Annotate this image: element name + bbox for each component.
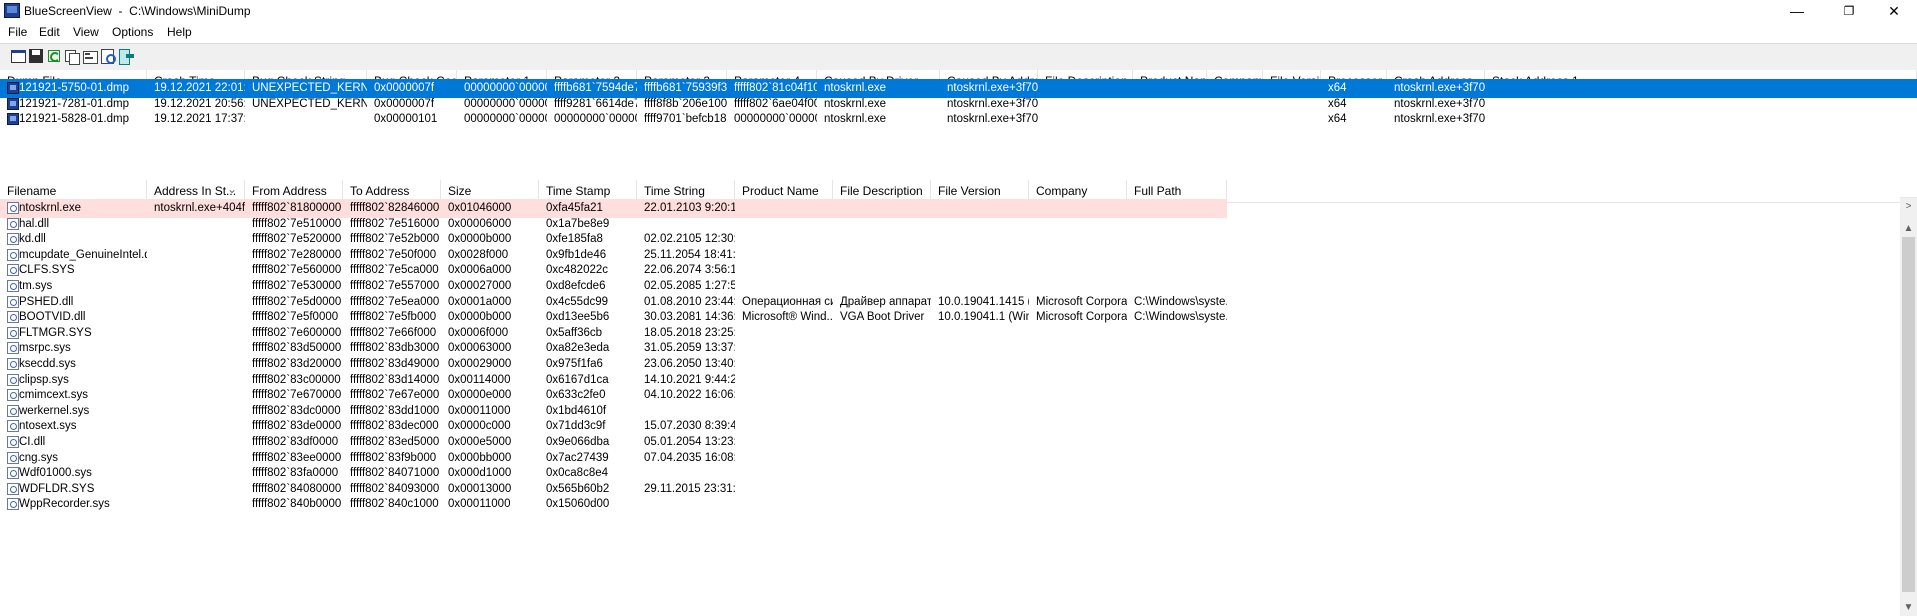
sort-icon: ⌄: [227, 182, 238, 196]
cell: WppRecorder.sys: [19, 498, 110, 511]
app-icon: [4, 3, 20, 18]
title-bar: BlueScreenView - C:\Windows\MiniDump — ❐…: [0, 0, 1917, 22]
cell: [1038, 110, 1133, 129]
window-title: BlueScreenView - C:\Windows\MiniDump: [24, 4, 251, 18]
vertical-scrollbar[interactable]: ▲ ▼: [1900, 220, 1917, 616]
menu-help[interactable]: Help: [167, 25, 192, 39]
menu-view[interactable]: View: [73, 25, 99, 39]
save-icon[interactable]: [28, 48, 44, 64]
cell: fffff802`840c1000: [350, 498, 439, 511]
dump-row[interactable]: 121921-5828-01.dmp 19.12.2021 17:37:49 0x0…: [0, 110, 1917, 129]
cell: 121921-5828-01.dmp: [19, 113, 129, 126]
cell: [1485, 110, 1917, 129]
refresh-icon[interactable]: [46, 48, 62, 64]
menu-file[interactable]: File: [8, 25, 27, 39]
scroll-thumb-vertical[interactable]: [1902, 237, 1915, 592]
exit-icon[interactable]: [118, 48, 134, 65]
cell: [147, 495, 245, 514]
toolbar: [0, 43, 1917, 71]
scroll-down-icon[interactable]: ▼: [1900, 599, 1917, 616]
cell: fffff802`840b0000: [252, 498, 342, 511]
module-list[interactable]: Filename Address In St... ⌄ From Address…: [0, 180, 1900, 616]
minimize-button[interactable]: —: [1774, 0, 1820, 22]
cell: 0x15060d00: [546, 498, 610, 511]
cell: [833, 495, 931, 514]
cell: [1133, 110, 1207, 129]
cell: [1127, 495, 1227, 514]
scroll-right-icon[interactable]: >: [1900, 198, 1917, 215]
cell: x64: [1328, 113, 1347, 126]
module-row[interactable]: WppRecorder.sys fffff802`840b0000 fffff802…: [0, 495, 1900, 514]
menu-bar: File Edit View Options Help: [0, 22, 1917, 42]
cell: [1263, 110, 1321, 129]
cell: 00000000`000000...: [464, 113, 547, 126]
cell: 19.12.2021 17:37:49: [154, 113, 245, 126]
cell: [931, 495, 1029, 514]
copy-icon[interactable]: [64, 48, 80, 65]
maximize-button[interactable]: ❐: [1826, 0, 1872, 22]
cell: [245, 110, 367, 129]
dump-list[interactable]: Dump File Crash Time ⌄ Bug Check String …: [0, 70, 1917, 197]
menu-options[interactable]: Options: [112, 25, 153, 39]
scroll-up-icon[interactable]: ▲: [1900, 220, 1917, 237]
menu-edit[interactable]: Edit: [39, 25, 60, 39]
cell: ntoskrnl.exe: [824, 113, 887, 126]
cell: ffff9701`befcb180: [644, 113, 727, 126]
cell: 00000000`000000...: [554, 113, 637, 126]
cell: 0x00000101: [374, 113, 438, 126]
cell: [1207, 110, 1263, 129]
cell: 00000000`000000...: [734, 113, 817, 126]
cell: ntoskrnl.exe+3f70d0: [947, 113, 1038, 126]
cell: 0x00011000: [448, 498, 511, 511]
cell: [637, 495, 735, 514]
properties-icon[interactable]: [10, 48, 26, 64]
cell: [735, 495, 833, 514]
cell: ntoskrnl.exe+3f70d0: [1394, 113, 1485, 126]
options-icon[interactable]: [82, 48, 98, 64]
cell: [1029, 495, 1127, 514]
find-icon[interactable]: [100, 48, 116, 64]
close-button[interactable]: ✕: [1871, 0, 1917, 22]
col-address-in-stack-label: Address In St...: [154, 184, 237, 198]
